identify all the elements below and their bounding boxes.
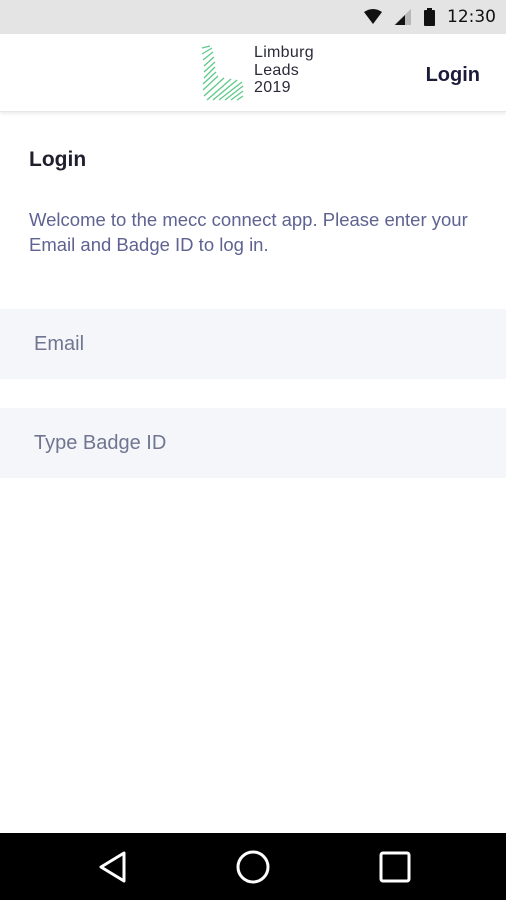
app-header: Limburg Leads 2019 Login: [0, 34, 506, 112]
brand: Limburg Leads 2019: [200, 44, 314, 107]
brand-line-2: Leads: [254, 61, 300, 79]
wifi-icon: [364, 9, 382, 25]
signal-icon: [394, 9, 412, 25]
brand-name: Limburg Leads 2019: [254, 44, 314, 97]
brand-line-1: Limburg: [254, 44, 314, 61]
recents-icon[interactable]: [377, 849, 413, 885]
header-login-button[interactable]: Login: [426, 64, 480, 87]
badge-id-field[interactable]: [0, 408, 506, 478]
nav-bar: [0, 833, 506, 900]
brand-line-3: 2019: [254, 79, 291, 96]
limburg-leads-logo-icon: [200, 44, 244, 107]
email-field[interactable]: [0, 309, 506, 379]
status-bar: 12:30: [0, 0, 506, 34]
intro-text: Welcome to the mecc connect app. Please …: [29, 209, 468, 255]
home-icon[interactable]: [235, 849, 271, 885]
back-icon[interactable]: [95, 849, 131, 885]
status-time: 12:30: [447, 7, 496, 27]
battery-icon: [424, 8, 435, 26]
page-title: Login: [29, 148, 87, 171]
